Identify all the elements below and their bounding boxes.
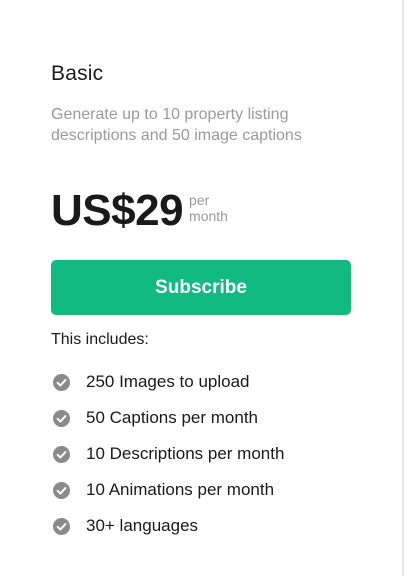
billing-period-line-1: per	[189, 192, 210, 208]
feature-item: 50 Captions per month	[51, 400, 284, 436]
check-circle-icon	[53, 481, 70, 499]
feature-list: 250 Images to upload 50 Captions per mon…	[51, 364, 284, 544]
feature-label: 10 Descriptions per month	[86, 444, 285, 463]
feature-item: 250 Images to upload	[51, 364, 284, 400]
feature-label: 10 Animations per month	[86, 480, 275, 499]
feature-label: 250 Images to upload	[86, 372, 250, 391]
check-circle-icon	[53, 517, 70, 535]
pricing-card: Basic Generate up to 10 property listing…	[0, 0, 404, 576]
feature-item: 10 Descriptions per month	[51, 436, 284, 472]
card-divider	[402, 0, 404, 576]
price-row: US$29 per month	[51, 186, 228, 236]
plan-title: Basic	[51, 62, 104, 85]
billing-period-line-2: month	[189, 208, 228, 224]
check-circle-icon	[53, 373, 70, 391]
billing-period: per month	[189, 192, 228, 224]
price-amount: US$29	[51, 186, 184, 235]
check-circle-icon	[53, 445, 70, 463]
feature-label: 30+ languages	[86, 516, 199, 535]
feature-item: 10 Animations per month	[51, 472, 284, 508]
feature-label: 50 Captions per month	[86, 408, 258, 427]
subscribe-button[interactable]: Subscribe	[51, 260, 351, 315]
check-circle-icon	[53, 409, 70, 427]
includes-heading: This includes:	[51, 331, 149, 348]
plan-description: Generate up to 10 property listing descr…	[51, 106, 302, 144]
feature-item: 30+ languages	[51, 508, 284, 544]
